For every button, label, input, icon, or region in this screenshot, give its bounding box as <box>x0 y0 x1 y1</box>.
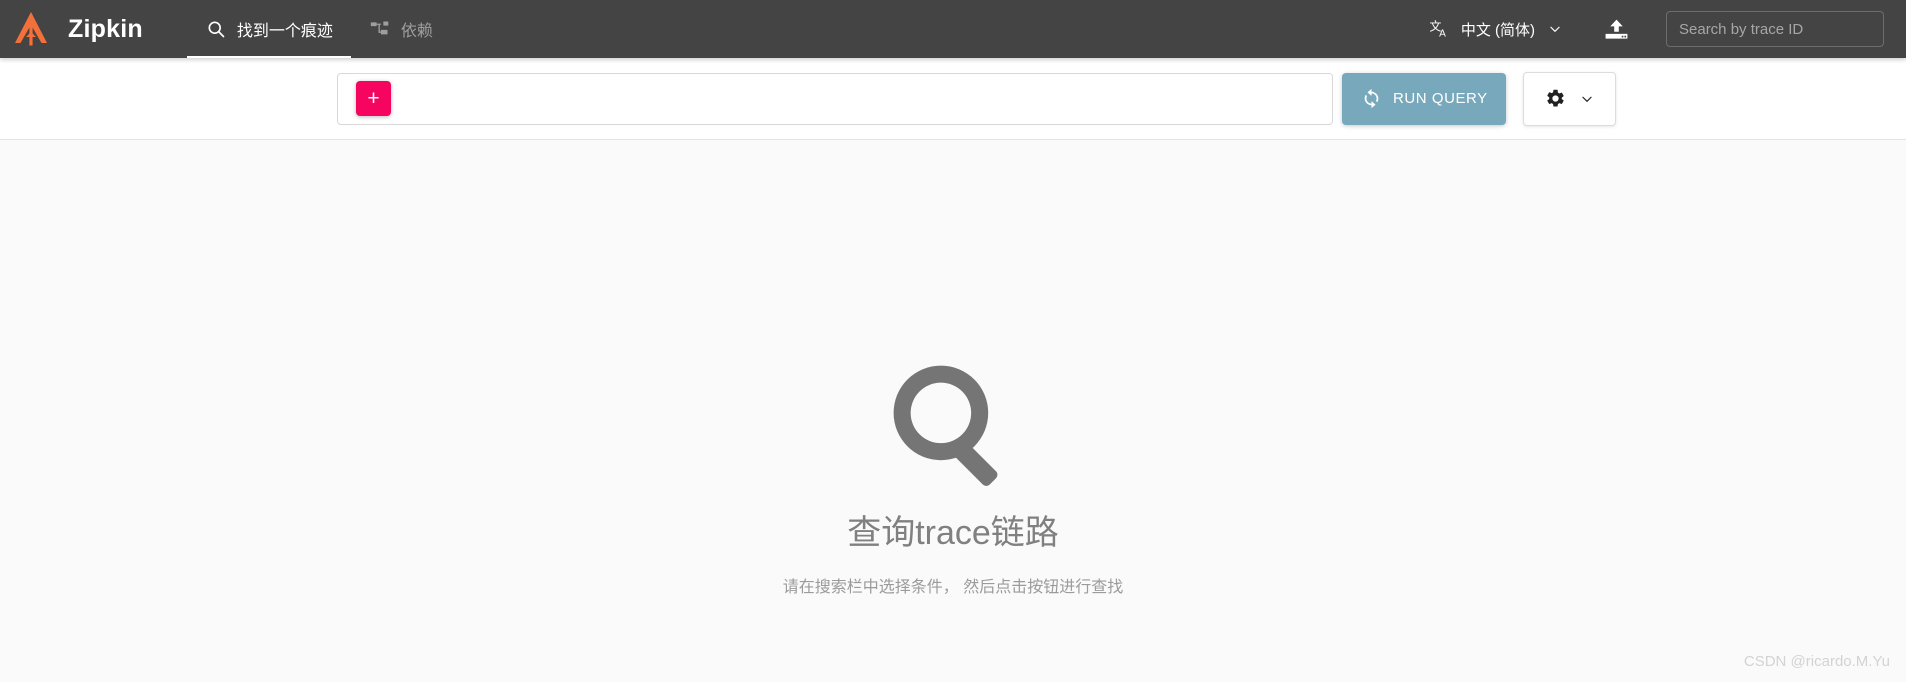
search-criteria-box[interactable]: + <box>337 72 1333 125</box>
sync-refresh-icon <box>1360 88 1382 110</box>
query-bar: + RUN QUERY <box>0 58 1906 140</box>
zipkin-logo-icon <box>8 6 54 52</box>
empty-state: 查询trace链路 请在搜索栏中选择条件， 然后点击按钮进行查找 <box>0 355 1906 597</box>
plus-icon: + <box>367 87 380 110</box>
run-query-label: RUN QUERY <box>1393 90 1488 107</box>
main-content: 查询trace链路 请在搜索栏中选择条件， 然后点击按钮进行查找 CSDN @r… <box>0 140 1906 682</box>
search-icon <box>205 18 227 40</box>
upload-icon[interactable] <box>1602 15 1630 43</box>
tab-label: 找到一个痕迹 <box>236 23 333 40</box>
magnifier-icon <box>883 355 1023 495</box>
add-criterion-button[interactable]: + <box>356 81 391 116</box>
chevron-down-icon <box>1548 22 1562 36</box>
query-bar-inner: + RUN QUERY <box>337 71 1616 126</box>
tab-label: 依赖 <box>400 23 433 40</box>
header-actions: 文 A 中文 (简体) <box>1424 0 1906 58</box>
tab-find-a-trace[interactable]: 找到一个痕迹 <box>186 0 351 58</box>
dependency-tree-icon <box>369 18 391 40</box>
brand[interactable]: Zipkin <box>0 0 143 58</box>
run-query-button[interactable]: RUN QUERY <box>1342 72 1506 125</box>
main-nav: 找到一个痕迹 依赖 <box>186 0 451 58</box>
trace-id-search-input[interactable] <box>1666 11 1884 47</box>
query-settings-button[interactable] <box>1522 71 1616 126</box>
language-selector[interactable]: 文 A 中文 (简体) <box>1424 11 1566 47</box>
empty-state-title: 查询trace链路 <box>847 514 1059 552</box>
brand-name: Zipkin <box>68 14 143 43</box>
svg-text:A: A <box>1439 28 1446 39</box>
translate-icon: 文 A <box>1428 17 1452 41</box>
watermark: CSDN @ricardo.M.Yu <box>1743 653 1890 670</box>
app-header: Zipkin 找到一个痕迹 依赖 文 A 中文 (简体) Search by t… <box>0 0 1906 58</box>
empty-state-subtitle: 请在搜索栏中选择条件， 然后点击按钮进行查找 <box>782 579 1124 596</box>
tab-dependencies[interactable]: 依赖 <box>351 0 451 58</box>
chevron-down-icon <box>1580 92 1594 106</box>
language-label: 中文 (简体) <box>1460 21 1535 39</box>
gear-icon <box>1545 88 1567 110</box>
